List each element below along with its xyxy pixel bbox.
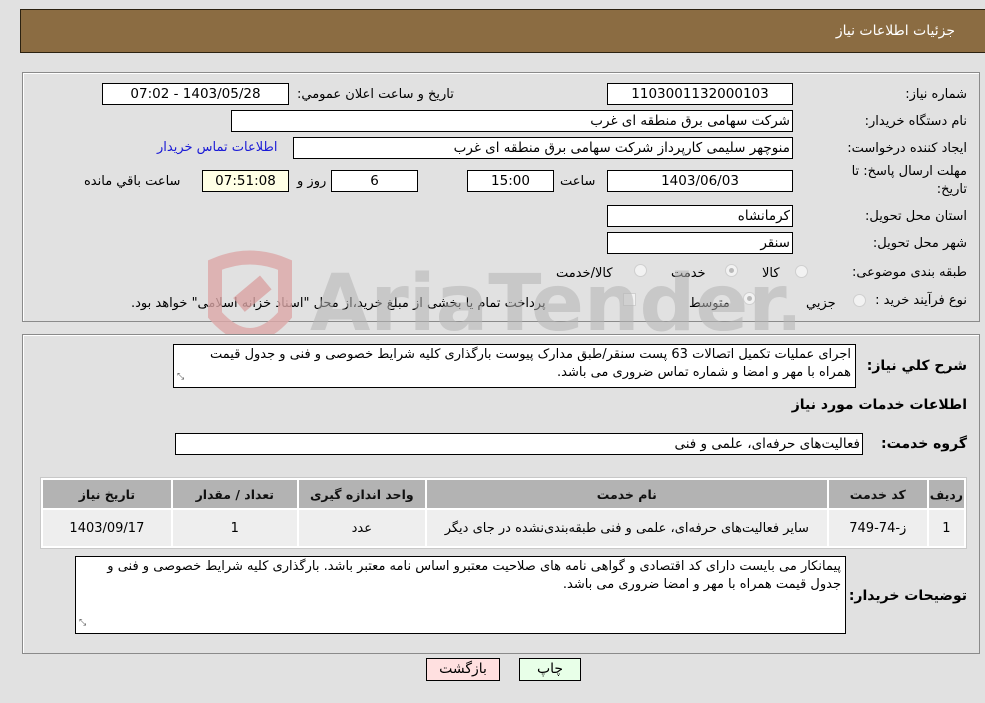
remaining-label: ساعت باقي مانده [84, 174, 181, 189]
need-number-label: شماره نیاز: [905, 87, 967, 102]
province-label: استان محل تحویل: [865, 209, 967, 224]
buyer-org-field[interactable]: شرکت سهامی برق منطقه ای غرب [231, 110, 793, 132]
deadline-time-field[interactable]: 15:00 [467, 170, 554, 192]
category-radio-service[interactable] [725, 264, 738, 277]
category-option-service: خدمت [671, 266, 706, 281]
services-section-title: اطلاعات خدمات مورد نیاز [791, 397, 967, 413]
buyer-contact-link[interactable]: اطلاعات تماس خریدار [157, 140, 277, 155]
category-option-goods: کالا [762, 266, 780, 281]
page-header: جزئیات اطلاعات نیاز [20, 9, 985, 53]
process-radio-medium[interactable] [743, 292, 756, 305]
creator-field[interactable]: منوچهر سلیمی کارپرداز شرکت سهامی برق منط… [293, 137, 793, 159]
deadline-date-field[interactable]: 1403/06/03 [607, 170, 793, 192]
print-button[interactable]: چاپ [519, 658, 581, 681]
process-label: نوع فرآیند خرید : [875, 293, 967, 308]
resize-grip-icon[interactable]: ⤡ [79, 614, 86, 632]
col-row: ردیف [928, 480, 964, 508]
cell-name: سایر فعالیت‌های حرفه‌ای، علمی و فنی طبقه… [426, 510, 827, 546]
process-option-medium: متوسط [689, 296, 730, 311]
category-label: طبقه بندی موضوعی: [851, 265, 967, 280]
category-radio-goods-service[interactable] [634, 264, 647, 277]
province-field[interactable]: کرمانشاه [607, 205, 793, 227]
treasury-checkbox[interactable] [623, 293, 636, 306]
need-number-field[interactable]: 1103001132000103 [607, 83, 793, 105]
col-qty: تعداد / مقدار [172, 480, 297, 508]
col-date: تاریخ نیاز [43, 480, 171, 508]
category-radio-goods[interactable] [795, 265, 808, 278]
process-radio-minor[interactable] [853, 294, 866, 307]
services-table: ردیف کد خدمت نام خدمت واحد اندازه گیری ت… [40, 477, 967, 549]
announce-datetime-field[interactable]: 1403/05/28 - 07:02 [102, 83, 289, 105]
cell-date: 1403/09/17 [43, 510, 171, 546]
treasury-note: پرداخت تمام یا بخشی از مبلغ خرید،از محل … [131, 296, 546, 311]
buyer-notes-text: پیمانکار می بایست دارای کد اقتصادی و گوا… [107, 559, 841, 592]
col-unit: واحد اندازه گیری [298, 480, 425, 508]
resize-grip-icon[interactable]: ⤡ [177, 368, 184, 386]
remaining-days-field[interactable]: 6 [331, 170, 418, 192]
buyer-notes-textarea[interactable]: پیمانکار می بایست دارای کد اقتصادی و گوا… [75, 556, 846, 634]
cell-unit: عدد [298, 510, 425, 546]
buyer-notes-label: توضیحات خریدار: [848, 588, 967, 604]
deadline-time-label: ساعت [560, 174, 596, 189]
col-name: نام خدمت [426, 480, 827, 508]
cell-row: 1 [928, 510, 964, 546]
summary-label: شرح كلي نياز: [866, 358, 967, 374]
cell-code: ز-74-749 [828, 510, 927, 546]
table-row: 1 ز-74-749 سایر فعالیت‌های حرفه‌ای، علمی… [43, 510, 964, 546]
summary-text: اجرای عملیات تکمیل اتصالات 63 پست سنقر/ط… [210, 347, 851, 380]
city-label: شهر محل تحویل: [872, 236, 967, 251]
table-header-row: ردیف کد خدمت نام خدمت واحد اندازه گیری ت… [43, 480, 964, 508]
days-label: روز و [297, 174, 327, 189]
col-code: کد خدمت [828, 480, 927, 508]
creator-label: ایجاد کننده درخواست: [847, 141, 967, 156]
buyer-org-label: نام دستگاه خريدار: [864, 114, 967, 129]
announce-label: تاریخ و ساعت اعلان عمومي: [297, 87, 454, 102]
back-button[interactable]: بازگشت [426, 658, 500, 681]
cell-qty: 1 [172, 510, 297, 546]
deadline-label: مهلت ارسال پاسخ: تا تاریخ: [851, 164, 967, 197]
service-group-label: گروه خدمت: [881, 436, 967, 452]
category-option-goods-service: کالا/خدمت [556, 266, 613, 281]
service-group-field[interactable]: فعالیت‌های حرفه‌ای، علمی و فنی [175, 433, 863, 455]
process-option-minor: جزيي [806, 296, 836, 311]
summary-textarea[interactable]: اجرای عملیات تکمیل اتصالات 63 پست سنقر/ط… [173, 344, 856, 388]
city-field[interactable]: سنقر [607, 232, 793, 254]
remaining-time-field: 07:51:08 [202, 170, 289, 192]
page-title: جزئیات اطلاعات نیاز [835, 23, 955, 39]
